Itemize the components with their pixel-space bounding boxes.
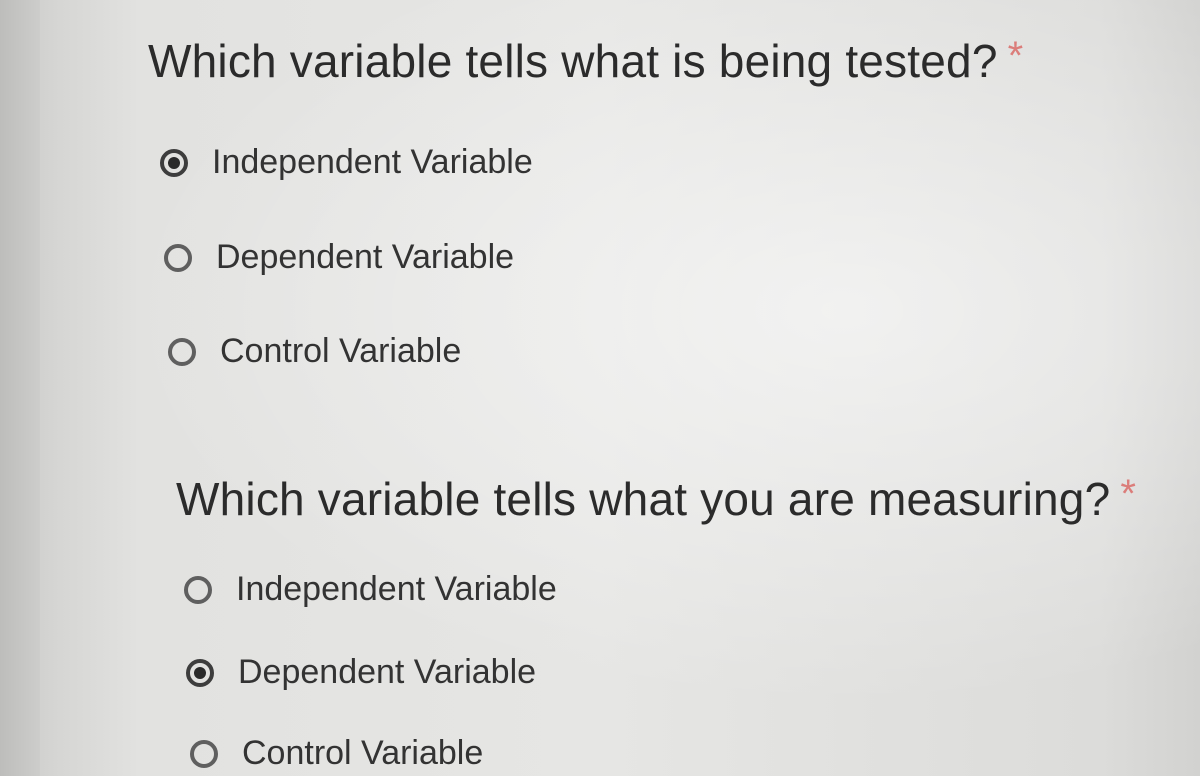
radio-unchecked-icon[interactable] <box>168 337 196 366</box>
required-asterisk: * <box>1120 472 1136 516</box>
option-label: Control Variable <box>242 734 484 772</box>
q1-option-control[interactable]: Control Variable <box>168 332 461 371</box>
option-label: Dependent Variable <box>238 653 537 691</box>
question-1: Which variable tells what is being teste… <box>148 34 1023 88</box>
radio-unchecked-icon[interactable] <box>190 739 218 768</box>
question-title: Which variable tells what you are measur… <box>176 473 1111 525</box>
q1-option-dependent[interactable]: Dependent Variable <box>164 238 514 277</box>
question-title: Which variable tells what is being teste… <box>148 35 998 87</box>
option-label: Independent Variable <box>212 143 533 181</box>
radio-unchecked-icon[interactable] <box>164 243 192 272</box>
option-label: Independent Variable <box>236 570 557 608</box>
radio-checked-icon[interactable] <box>186 658 214 687</box>
option-label: Control Variable <box>220 332 462 370</box>
required-asterisk: * <box>1007 34 1024 78</box>
q1-option-independent[interactable]: Independent Variable <box>160 143 533 182</box>
radio-checked-icon[interactable] <box>160 148 188 177</box>
radio-unchecked-icon[interactable] <box>184 575 212 604</box>
q2-option-independent[interactable]: Independent Variable <box>184 570 557 609</box>
left-edge <box>0 0 40 776</box>
form-page: Which variable tells what is being teste… <box>0 0 1200 776</box>
option-label: Dependent Variable <box>216 238 515 276</box>
question-2: Which variable tells what you are measur… <box>176 472 1136 526</box>
q2-option-control[interactable]: Control Variable <box>190 734 483 773</box>
q2-option-dependent[interactable]: Dependent Variable <box>186 653 536 692</box>
